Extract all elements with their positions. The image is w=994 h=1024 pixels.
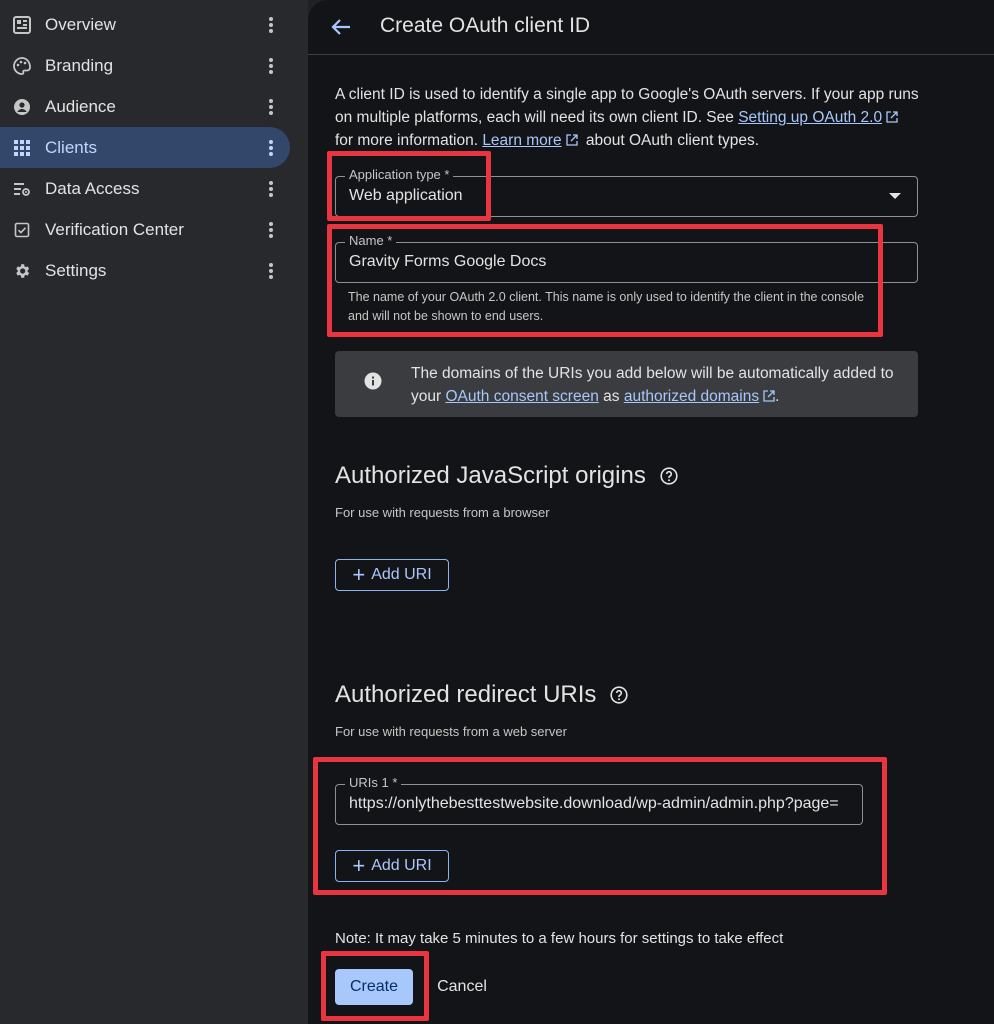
- palette-icon: [12, 56, 32, 76]
- person-icon: [12, 97, 32, 117]
- name-label: Name *: [345, 233, 397, 248]
- sidebar-item-label: Overview: [45, 14, 116, 34]
- intro-text: A client ID is used to identify a single…: [335, 83, 920, 152]
- more-vert-icon[interactable]: [260, 135, 282, 161]
- sidebar-item-clients[interactable]: Clients: [0, 127, 290, 168]
- main-panel: Create OAuth client ID A client ID is us…: [308, 0, 994, 1024]
- sidebar-item-verification-center[interactable]: Verification Center: [0, 209, 290, 250]
- application-type-value: Web application: [349, 187, 463, 204]
- name-value: Gravity Forms Google Docs: [349, 253, 547, 270]
- grid-icon: [12, 138, 32, 158]
- plus-icon: +: [352, 853, 366, 878]
- intro-text-part: for more information.: [335, 132, 478, 149]
- redirect-uri-input[interactable]: URIs 1 * https://onlythebesttestwebsite.…: [335, 775, 863, 825]
- sidebar-item-label: Clients: [45, 137, 97, 157]
- uri-value-clip: https://onlythebesttestwebsite.download/…: [336, 785, 862, 824]
- authorized-domains-link[interactable]: authorized domains: [624, 388, 759, 405]
- oauth-consent-screen-link[interactable]: OAuth consent screen: [445, 388, 598, 405]
- dashboard-icon: [12, 15, 32, 35]
- settings-note: Note: It may take 5 minutes to a few hou…: [335, 930, 784, 947]
- external-link-icon: [565, 134, 578, 146]
- verification-icon: [12, 220, 32, 240]
- sidebar-item-label: Verification Center: [45, 219, 184, 239]
- name-field[interactable]: Name * Gravity Forms Google Docs: [335, 233, 918, 283]
- add-uri-label: Add URI: [371, 857, 432, 874]
- sidebar-item-label: Data Access: [45, 178, 140, 198]
- redirect-uris-subtitle: For use with requests from a web server: [335, 724, 567, 739]
- sidebar-item-settings[interactable]: Settings: [0, 250, 290, 291]
- page-title: Create OAuth client ID: [380, 14, 591, 37]
- more-vert-icon[interactable]: [260, 12, 282, 38]
- js-origins-title: Authorized JavaScript origins: [335, 462, 646, 489]
- sidebar-item-label: Branding: [45, 55, 114, 75]
- page-header: Create OAuth client ID: [308, 0, 994, 55]
- redirect-uris-heading: Authorized redirect URIs: [335, 681, 629, 709]
- more-vert-icon[interactable]: [260, 217, 282, 243]
- add-uri-label: Add URI: [371, 566, 432, 583]
- js-origins-heading: Authorized JavaScript origins: [335, 462, 678, 490]
- dropdown-arrow-icon: [889, 193, 901, 199]
- sidebar-item-label: Audience: [45, 96, 116, 116]
- info-banner: The domains of the URIs you add below wi…: [335, 351, 918, 417]
- external-link-icon: [886, 111, 898, 123]
- info-text-part: as: [603, 388, 620, 405]
- info-text: The domains of the URIs you add below wi…: [411, 362, 906, 408]
- sidebar-item-data-access[interactable]: Data Access: [0, 168, 290, 209]
- sidebar: Overview Branding Audience Clients Data …: [0, 0, 308, 1024]
- application-type-select[interactable]: Application type * Web application: [335, 167, 918, 217]
- create-button[interactable]: Create: [335, 969, 413, 1005]
- more-vert-icon[interactable]: [260, 94, 282, 120]
- data-access-icon: [12, 179, 32, 199]
- cancel-button[interactable]: Cancel: [430, 969, 494, 1005]
- help-icon[interactable]: [610, 686, 629, 704]
- sidebar-item-overview[interactable]: Overview: [0, 4, 290, 45]
- add-js-origin-button[interactable]: + Add URI: [335, 559, 449, 591]
- learn-more-link[interactable]: Learn more: [482, 132, 561, 149]
- name-hint: The name of your OAuth 2.0 client. This …: [348, 290, 865, 323]
- back-arrow-icon[interactable]: [328, 14, 354, 40]
- more-vert-icon[interactable]: [260, 258, 282, 284]
- intro-text-part: about OAuth client types.: [585, 132, 760, 149]
- plus-icon: +: [352, 562, 366, 587]
- sidebar-item-label: Settings: [45, 260, 107, 280]
- more-vert-icon[interactable]: [260, 53, 282, 79]
- sidebar-item-audience[interactable]: Audience: [0, 86, 290, 127]
- setting-up-oauth-link[interactable]: Setting up OAuth 2.0: [738, 109, 882, 126]
- js-origins-subtitle: For use with requests from a browser: [335, 505, 550, 520]
- redirect-uris-title: Authorized redirect URIs: [335, 681, 597, 708]
- external-link-icon: [763, 390, 775, 402]
- add-redirect-uri-button[interactable]: + Add URI: [335, 850, 449, 882]
- gear-icon: [12, 261, 32, 281]
- info-text-part: .: [775, 388, 780, 405]
- more-vert-icon[interactable]: [260, 176, 282, 202]
- uri-value: https://onlythebesttestwebsite.download/…: [349, 795, 839, 812]
- help-icon[interactable]: [660, 467, 678, 485]
- info-icon: [364, 372, 382, 390]
- application-type-label: Application type *: [345, 167, 454, 182]
- sidebar-item-branding[interactable]: Branding: [0, 45, 290, 86]
